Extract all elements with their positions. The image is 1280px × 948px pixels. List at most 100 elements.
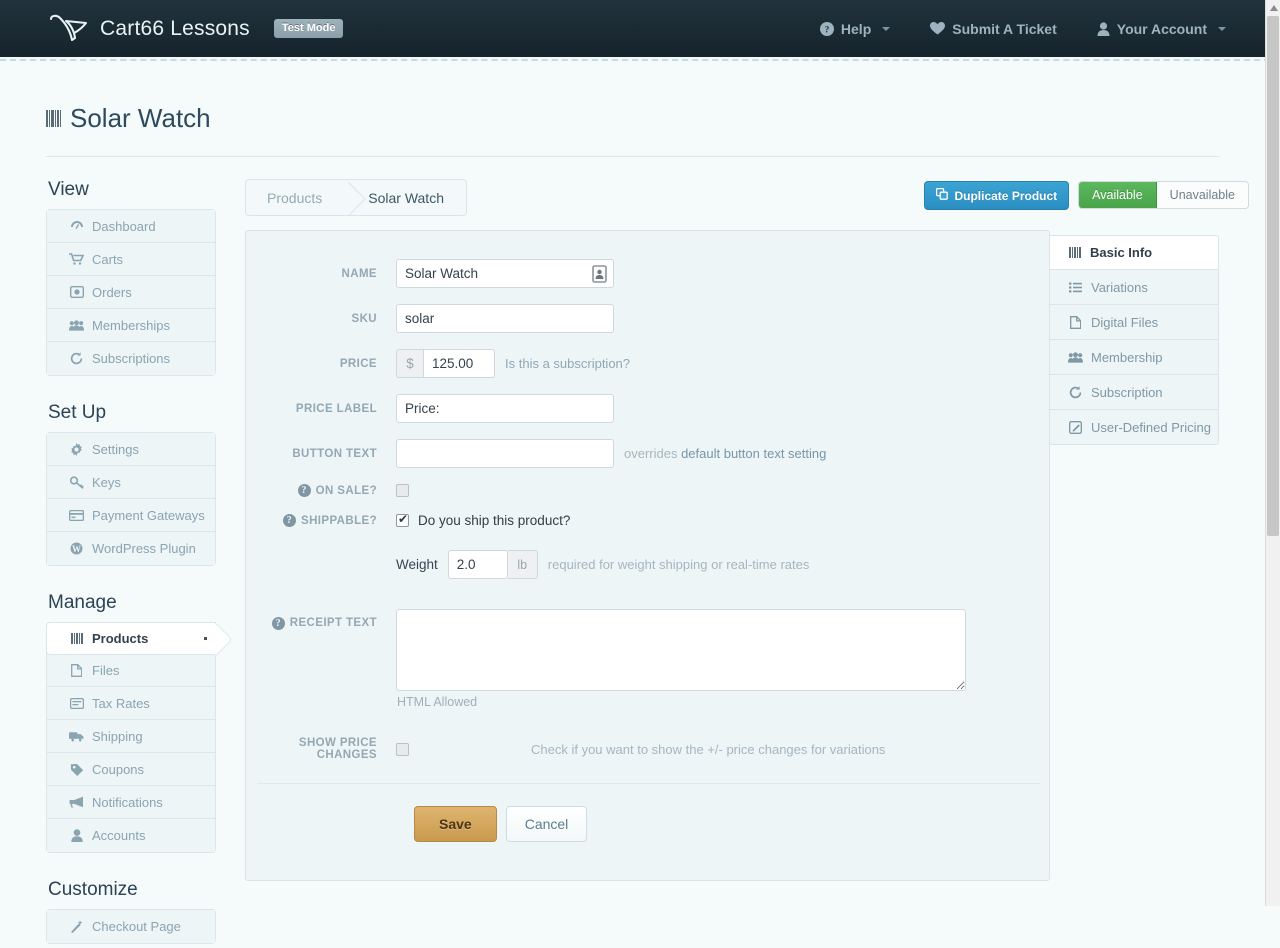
sidebar-item-label: Orders <box>92 284 132 300</box>
name-input[interactable] <box>396 259 614 288</box>
form-actions: Save Cancel <box>414 806 1049 842</box>
form-row-show-price-changes: Show Price Changes Check if you want to … <box>246 737 1049 761</box>
sidebar-item-coupons[interactable]: Coupons <box>47 753 215 786</box>
sidebar-item-memberships[interactable]: Memberships <box>47 309 215 342</box>
receipt-text-label: ? Receipt Text <box>246 609 396 630</box>
truck-icon <box>69 731 84 742</box>
breadcrumb-current[interactable]: Solar Watch <box>356 180 466 215</box>
sidebar-item-files[interactable]: Files <box>47 654 215 687</box>
sidebar-heading-view: View <box>48 179 89 200</box>
sidebar-item-checkout-page[interactable]: Checkout Page <box>47 910 215 943</box>
main-content: Products Solar Watch Duplicate Product A… <box>245 179 1249 948</box>
help-circle-icon[interactable]: ? <box>297 484 311 497</box>
weight-unit: lb <box>507 550 538 579</box>
available-button[interactable]: Available <box>1079 182 1157 208</box>
help-circle-icon[interactable]: ? <box>283 514 296 527</box>
sidebar-item-orders[interactable]: Orders <box>47 276 215 309</box>
form-divider <box>257 783 1040 784</box>
sidebar-item-label: Memberships <box>92 317 171 333</box>
page-title: Solar Watch <box>46 103 1220 157</box>
header-dashed-divider <box>0 57 1280 61</box>
shippable-label-text: Shippable? <box>301 514 377 527</box>
barcode-icon <box>69 633 84 644</box>
sidebar-item-accounts[interactable]: Accounts <box>47 819 215 852</box>
sidebar-item-label: Coupons <box>92 761 145 777</box>
name-label: Name <box>341 267 377 280</box>
tab-user-defined-pricing[interactable]: User-Defined Pricing <box>1049 410 1219 445</box>
sidebar-item-label: Products <box>92 631 149 646</box>
tab-subscription[interactable]: Subscription <box>1049 375 1219 410</box>
users-icon <box>69 319 84 331</box>
brand[interactable]: Cart66 Lessons <box>46 12 250 46</box>
sidebar-item-carts[interactable]: Carts <box>47 243 215 276</box>
scroll-up-arrow-icon[interactable] <box>1266 0 1280 16</box>
tax-icon <box>69 697 84 709</box>
refresh-icon <box>1068 385 1083 399</box>
tab-label: User-Defined Pricing <box>1091 419 1211 435</box>
sidebar-item-settings[interactable]: Settings <box>47 433 215 466</box>
on-sale-checkbox[interactable] <box>396 484 409 497</box>
sidebar-item-shipping[interactable]: Shipping <box>47 720 215 753</box>
topnav-item-submit-a-ticket[interactable]: Submit A Ticket <box>910 21 1077 37</box>
barcode-icon <box>1067 247 1082 258</box>
page-title-text: Solar Watch <box>70 103 211 133</box>
save-button[interactable]: Save <box>414 806 497 842</box>
sidebar-item-label: Tax Rates <box>92 695 150 711</box>
svg-text:W: W <box>72 544 81 554</box>
price-label-input[interactable] <box>396 394 614 423</box>
breadcrumb-separator-icon <box>342 180 356 215</box>
sidebar-item-label: Notifications <box>92 794 163 810</box>
unavailable-button[interactable]: Unavailable <box>1156 182 1248 208</box>
tab-membership[interactable]: Membership <box>1049 340 1219 375</box>
shippable-label: ? Shippable? <box>246 514 396 527</box>
topnav-item-your-account[interactable]: Your Account <box>1077 21 1246 37</box>
breadcrumb-parent[interactable]: Products <box>246 180 342 215</box>
page-body: View Dashboard Carts Orders Memberships … <box>0 157 1280 948</box>
currency-symbol: $ <box>396 349 423 378</box>
heart-icon <box>930 22 946 35</box>
tab-basic-info[interactable]: Basic Info <box>1049 235 1219 270</box>
form-row-receipt-text: ? Receipt Text <box>246 609 1049 691</box>
page-scrollbar[interactable] <box>1265 0 1280 906</box>
tab-variations[interactable]: Variations <box>1049 270 1219 305</box>
button-text-input[interactable] <box>396 439 614 468</box>
weight-hint: required for weight shipping or real-tim… <box>547 557 810 572</box>
receipt-text-textarea[interactable] <box>396 609 966 691</box>
sku-input[interactable] <box>396 304 614 333</box>
show-price-changes-hint: Check if you want to show the +/- price … <box>531 741 886 757</box>
sidebar-item-notifications[interactable]: Notifications <box>47 786 215 819</box>
help-circle-icon[interactable]: ? <box>271 617 285 630</box>
sidebar-item-tax-rates[interactable]: Tax Rates <box>47 687 215 720</box>
sidebar-group-set-up: Settings Keys Payment Gateways W WordPre… <box>46 432 216 566</box>
user-icon <box>69 829 84 842</box>
price-input[interactable] <box>423 349 495 378</box>
duplicate-product-button[interactable]: Duplicate Product <box>924 181 1070 210</box>
tab-digital-files[interactable]: Digital Files <box>1049 305 1219 340</box>
weight-input[interactable] <box>447 550 508 579</box>
scrollbar-thumb[interactable] <box>1267 16 1279 536</box>
topnav-item-help[interactable]: ? Help <box>800 21 910 37</box>
show-price-changes-checkbox[interactable] <box>396 742 409 756</box>
tag-icon <box>69 763 84 776</box>
sidebar-item-wordpress-plugin[interactable]: W WordPress Plugin <box>47 532 215 565</box>
sidebar-item-keys[interactable]: Keys <box>47 466 215 499</box>
sidebar-item-payment-gateways[interactable]: Payment Gateways <box>47 499 215 532</box>
shippable-checkbox[interactable] <box>396 512 409 527</box>
sidebar-item-label: Keys <box>92 474 121 490</box>
form-row-shippable: ? Shippable? Do you ship this product? <box>246 512 1049 528</box>
cancel-button[interactable]: Cancel <box>505 806 588 842</box>
tab-label: Variations <box>1091 279 1148 295</box>
sidebar-item-label: Files <box>92 662 120 678</box>
sidebar-group-view: Dashboard Carts Orders Memberships Subsc… <box>46 209 216 376</box>
contact-card-icon[interactable] <box>592 265 607 283</box>
default-button-text-setting-link[interactable]: default button text setting <box>681 446 826 461</box>
list-icon <box>1068 282 1083 293</box>
cart-icon <box>69 253 84 265</box>
form-row-price: Price $ Is this a subscription? <box>246 349 1049 378</box>
svg-text:?: ? <box>825 25 830 35</box>
sidebar-item-dashboard[interactable]: Dashboard <box>47 210 215 243</box>
sidebar-item-subscriptions[interactable]: Subscriptions <box>47 342 215 375</box>
sidebar-item-products[interactable]: Products <box>46 622 216 655</box>
is-subscription-link[interactable]: Is this a subscription? <box>505 356 630 371</box>
user-icon <box>1097 21 1110 36</box>
